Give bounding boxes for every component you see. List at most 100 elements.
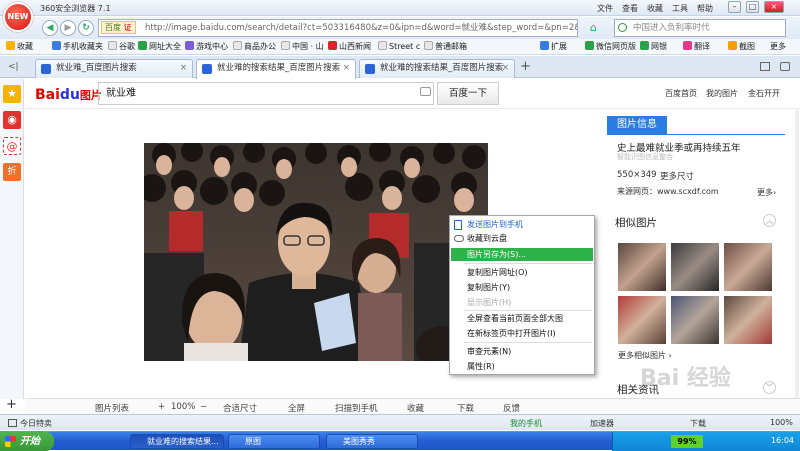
scan-to-phone-button[interactable]: 扫描到手机: [335, 402, 378, 414]
camera-icon[interactable]: [420, 87, 431, 96]
today-deals[interactable]: 今日特卖: [8, 418, 52, 429]
url-input[interactable]: http://image.baidu.com/search/detail?ct=…: [98, 19, 578, 37]
refresh-button[interactable]: ↻: [78, 20, 94, 36]
ctx-open-new-tab[interactable]: 在新标签页中打开图片(I): [451, 327, 593, 340]
tool-wechat[interactable]: 微信网页版: [585, 41, 636, 53]
ctx-save-cloud[interactable]: 收藏到云盘: [451, 232, 593, 245]
tab-2-active[interactable]: 就业难的搜索结果_百度图片搜索 ×: [196, 59, 356, 79]
link-baidu-home[interactable]: 百度首页: [665, 88, 697, 99]
back-button[interactable]: ◀: [42, 20, 58, 36]
related-thumb-2[interactable]: [671, 243, 719, 291]
tab-close-icon[interactable]: ×: [343, 60, 350, 77]
home-icon[interactable]: ⌂: [590, 21, 606, 35]
fav-mobile[interactable]: 手机收藏夹: [52, 41, 103, 53]
mail-icon[interactable]: @: [3, 137, 21, 155]
browser-logo-icon[interactable]: NEW: [3, 2, 33, 32]
fav-mail[interactable]: 普通邮箱: [424, 41, 467, 53]
add-sidebar-button[interactable]: +: [6, 397, 17, 412]
cert-badge[interactable]: 百度 证: [101, 21, 136, 34]
related-thumb-3[interactable]: [724, 243, 772, 291]
ctx-send-to-phone[interactable]: 发送图片到手机: [451, 218, 593, 231]
fav-hao[interactable]: 网址大全: [138, 41, 181, 53]
forward-button[interactable]: ▶: [60, 20, 76, 36]
collapse-icon[interactable]: ︿: [763, 214, 776, 227]
zoom-out-button[interactable]: −: [200, 402, 207, 412]
more-sizes-link[interactable]: 更多尺寸: [660, 170, 694, 182]
scrollbar[interactable]: [795, 110, 799, 400]
tab-close-icon[interactable]: ×: [180, 60, 187, 77]
related-thumb-1[interactable]: [618, 243, 666, 291]
related-thumb-4[interactable]: [618, 296, 666, 344]
ctx-inspect[interactable]: 审查元素(N): [451, 345, 593, 358]
collect-button[interactable]: 收藏: [407, 402, 424, 414]
ctx-properties[interactable]: 属性(R): [451, 360, 593, 373]
baidu-search-input[interactable]: 就业难: [98, 82, 434, 105]
fav-games[interactable]: 游戏中心: [185, 41, 228, 53]
related-thumb-6[interactable]: [724, 296, 772, 344]
tab-list-icon[interactable]: <|: [8, 62, 19, 72]
menu-favorites[interactable]: 收藏: [647, 3, 663, 14]
phone-icon: [52, 41, 61, 50]
baidu-favicon-icon: [41, 64, 51, 74]
menu-tools[interactable]: 工具: [672, 3, 688, 14]
tool-bank[interactable]: 网银: [640, 41, 667, 53]
taskbar-browser[interactable]: 就业难的搜索结果...: [130, 434, 224, 449]
main-image[interactable]: [144, 143, 488, 361]
restore-tab-icon[interactable]: [760, 62, 770, 71]
download-status[interactable]: 下载: [690, 418, 706, 429]
tab-close-icon[interactable]: ×: [502, 60, 509, 77]
baidu-search-button[interactable]: 百度一下: [437, 82, 499, 105]
tab-1[interactable]: 就业难_百度图片搜索 ×: [35, 59, 193, 78]
taskbar-folder[interactable]: 原图: [228, 434, 320, 449]
fav-google[interactable]: 谷歌: [108, 41, 135, 53]
ctx-copy-image-url[interactable]: 复制图片网址(O): [451, 266, 593, 279]
tool-extensions[interactable]: 扩展: [540, 41, 567, 53]
menu-view[interactable]: 查看: [622, 3, 638, 14]
ctx-copy-image[interactable]: 复制图片(Y): [451, 281, 593, 294]
tool-translate[interactable]: 翻译: [683, 41, 710, 53]
ctx-save-image-as[interactable]: 图片另存为(S)...: [451, 248, 593, 261]
link-user[interactable]: 金石开开: [748, 88, 780, 99]
search-engine-icon[interactable]: [618, 23, 627, 32]
zoom-in-button[interactable]: +: [158, 402, 165, 412]
crowd-photo: [144, 143, 488, 361]
weibo-icon[interactable]: ◉: [3, 111, 21, 129]
minimize-button[interactable]: –: [728, 1, 741, 13]
close-window-button[interactable]: ×: [764, 1, 784, 13]
new-tab-button[interactable]: +: [520, 59, 531, 74]
taskbar-meitu[interactable]: 美图秀秀: [326, 434, 418, 449]
fav-office[interactable]: 商品办公: [233, 41, 276, 53]
favorites-star-icon[interactable]: ★: [3, 85, 21, 103]
ctx-fullscreen-all[interactable]: 全屏查看当前页面全部大图: [451, 312, 593, 325]
menu-file[interactable]: 文件: [597, 3, 613, 14]
tool-screenshot[interactable]: 截图: [728, 41, 755, 53]
tab-3[interactable]: 就业难的搜索结果_百度图片搜索 ×: [359, 59, 515, 78]
discount-icon[interactable]: 折: [3, 163, 21, 181]
fav-collect[interactable]: 收藏: [6, 41, 33, 53]
title-bar: 360安全浏览器 7.1 文件 查看 收藏 工具 帮助 – □ ×: [0, 0, 800, 16]
related-thumb-5[interactable]: [671, 296, 719, 344]
tray-percent-badge[interactable]: 99%: [671, 435, 703, 448]
fav-street[interactable]: Street c: [378, 41, 420, 53]
maximize-button[interactable]: □: [746, 1, 759, 13]
tab-menu-icon[interactable]: [780, 62, 790, 71]
more-info-link[interactable]: 更多›: [757, 187, 776, 198]
page-icon: [108, 41, 117, 50]
fullscreen-button[interactable]: 全屏: [288, 402, 305, 414]
menu-help[interactable]: 帮助: [697, 3, 713, 14]
tool-more[interactable]: 更多: [770, 41, 786, 53]
accelerator[interactable]: 加速器: [590, 418, 614, 429]
fit-size-button[interactable]: 合适尺寸: [223, 402, 257, 414]
fav-china[interactable]: 中国 · 山: [281, 41, 324, 53]
feedback-button[interactable]: 反馈: [503, 402, 520, 414]
expand-icon[interactable]: ﹀: [763, 381, 776, 394]
link-my-images[interactable]: 我的图片: [706, 88, 738, 99]
download-button[interactable]: 下载: [457, 402, 474, 414]
source-page-link[interactable]: 来源网页：www.scxdf.com: [617, 186, 719, 197]
baidu-logo[interactable]: Baidu图片: [35, 87, 102, 103]
my-phone[interactable]: 我的手机: [510, 418, 542, 429]
page-zoom[interactable]: 100%: [770, 418, 793, 427]
fav-shanxi[interactable]: 山西新闻: [328, 41, 371, 53]
search-input[interactable]: 中国进入负利率时代: [614, 19, 786, 37]
image-list-button[interactable]: 图片列表: [95, 402, 129, 414]
